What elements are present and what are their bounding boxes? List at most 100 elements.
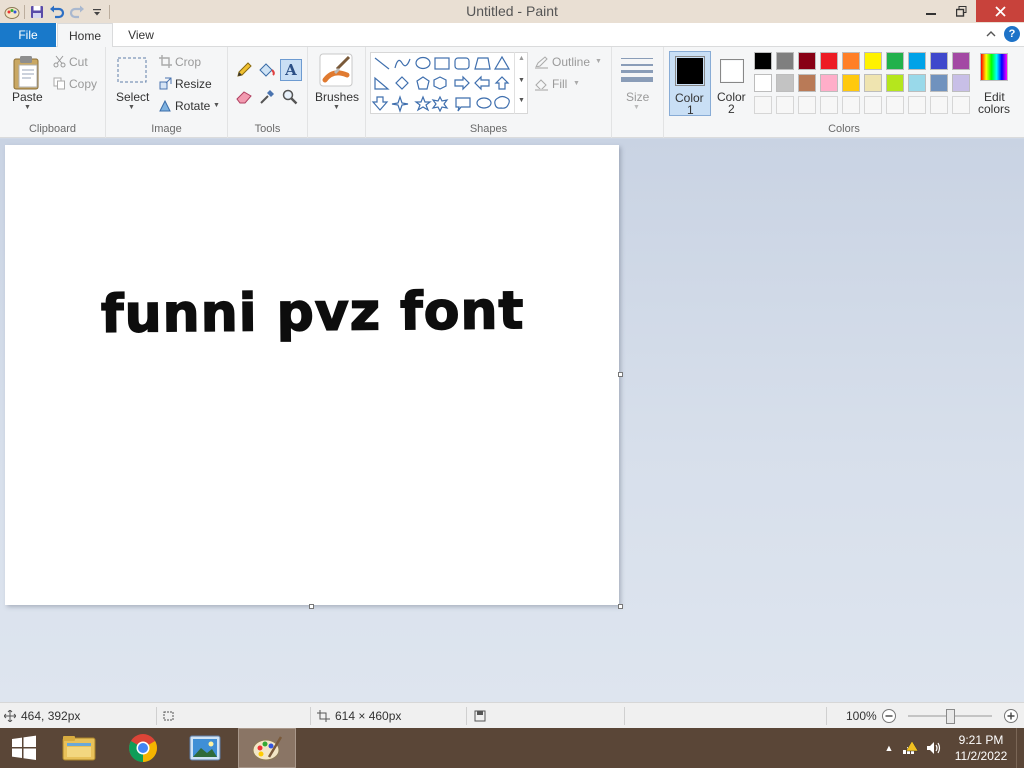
gallery-more-icon[interactable]: ▼ — [518, 97, 525, 104]
photos-icon — [189, 735, 221, 761]
save-icon[interactable] — [27, 2, 47, 22]
palette-swatch[interactable] — [952, 52, 970, 70]
rotate-button[interactable]: Rotate — [175, 99, 210, 113]
edit-colors-label-2[interactable]: colors — [978, 102, 1010, 116]
fill-dropdown-icon[interactable]: ▼ — [573, 80, 580, 87]
select-dropdown-icon[interactable]: ▼ — [128, 104, 135, 111]
palette-swatch-empty[interactable] — [754, 96, 772, 114]
volume-icon[interactable] — [922, 741, 946, 755]
brushes-icon[interactable] — [319, 53, 353, 87]
resize-handle-corner[interactable] — [618, 604, 623, 609]
rotate-dropdown-icon[interactable]: ▼ — [213, 102, 220, 109]
palette-swatch-empty[interactable] — [864, 96, 882, 114]
outline-dropdown-icon[interactable]: ▼ — [595, 58, 602, 65]
edit-colors-icon[interactable] — [980, 53, 1008, 81]
shapes-gallery-scroll[interactable]: ▲ ▼ ▼ — [514, 52, 528, 114]
palette-swatch[interactable] — [930, 74, 948, 92]
palette-swatch[interactable] — [864, 74, 882, 92]
paint-app-icon[interactable] — [2, 2, 22, 22]
text-tool-icon[interactable]: A — [280, 59, 302, 81]
palette-swatch[interactable] — [842, 52, 860, 70]
taskbar-clock[interactable]: 9:21 PM 11/2/2022 — [946, 732, 1016, 764]
palette-swatch[interactable] — [952, 74, 970, 92]
select-button[interactable]: Select — [116, 90, 149, 104]
zoom-in-button[interactable] — [1003, 703, 1019, 729]
selection-size — [162, 703, 175, 729]
undo-icon[interactable] — [47, 2, 67, 22]
show-hidden-icons-icon[interactable]: ▲ — [880, 743, 898, 753]
taskbar-chrome[interactable] — [114, 728, 172, 768]
minimize-ribbon-icon[interactable] — [986, 30, 996, 38]
crop-button[interactable]: Crop — [175, 55, 201, 69]
pencil-icon[interactable] — [234, 60, 254, 80]
magnifier-icon[interactable] — [280, 87, 300, 107]
palette-swatch[interactable] — [930, 52, 948, 70]
clock-time: 9:21 PM — [958, 733, 1004, 747]
zoom-out-button[interactable] — [881, 703, 897, 729]
minimize-button[interactable] — [916, 0, 946, 22]
palette-swatch[interactable] — [886, 52, 904, 70]
gallery-down-icon[interactable]: ▼ — [518, 77, 525, 84]
palette-swatch[interactable] — [908, 74, 926, 92]
palette-swatch[interactable] — [820, 74, 838, 92]
tab-home[interactable]: Home — [57, 23, 113, 48]
fill-bucket-icon[interactable] — [257, 60, 277, 80]
palette-swatch[interactable] — [776, 74, 794, 92]
outline-button[interactable]: Outline — [552, 55, 590, 69]
palette-swatch[interactable] — [754, 74, 772, 92]
palette-swatch[interactable] — [798, 74, 816, 92]
resize-handle-bottom[interactable] — [309, 604, 314, 609]
palette-swatch[interactable] — [776, 52, 794, 70]
restore-button[interactable] — [946, 0, 976, 22]
cut-button[interactable]: Cut — [69, 55, 88, 69]
size-button[interactable]: Size — [626, 90, 649, 104]
select-icon[interactable] — [116, 56, 148, 84]
palette-swatch-empty[interactable] — [930, 96, 948, 114]
clock-date: 11/2/2022 — [954, 749, 1008, 763]
resize-handle-right[interactable] — [618, 372, 623, 377]
taskbar-photos[interactable] — [176, 728, 234, 768]
tab-file[interactable]: File — [0, 23, 56, 47]
copy-button[interactable]: Copy — [69, 77, 97, 91]
palette-swatch[interactable] — [798, 52, 816, 70]
redo-icon[interactable] — [67, 2, 87, 22]
start-button[interactable] — [0, 728, 48, 768]
size-dropdown-icon[interactable]: ▼ — [633, 104, 640, 111]
palette-swatch[interactable] — [842, 74, 860, 92]
zoom-slider-thumb[interactable] — [946, 709, 955, 724]
brushes-dropdown-icon[interactable]: ▼ — [333, 104, 340, 111]
fill-button[interactable]: Fill — [552, 77, 567, 91]
palette-swatch-empty[interactable] — [908, 96, 926, 114]
palette-swatch[interactable] — [908, 52, 926, 70]
palette-swatch[interactable] — [820, 52, 838, 70]
paste-dropdown-icon[interactable]: ▼ — [24, 104, 31, 111]
eraser-icon[interactable] — [234, 87, 254, 107]
palette-swatch-empty[interactable] — [952, 96, 970, 114]
copy-icon — [52, 76, 66, 90]
palette-swatch-empty[interactable] — [798, 96, 816, 114]
palette-swatch[interactable] — [886, 74, 904, 92]
paste-icon[interactable] — [10, 53, 44, 93]
palette-swatch-empty[interactable] — [776, 96, 794, 114]
palette-swatch[interactable] — [754, 52, 772, 70]
palette-swatch[interactable] — [864, 52, 882, 70]
network-icon[interactable] — [898, 741, 922, 755]
brushes-button[interactable]: Brushes — [315, 90, 359, 104]
drawing-canvas[interactable]: funni pvz font — [5, 145, 619, 605]
color-picker-icon[interactable] — [257, 87, 277, 107]
help-button[interactable]: ? — [1004, 26, 1020, 42]
paste-button[interactable]: Paste — [12, 90, 43, 104]
close-button[interactable] — [976, 0, 1024, 22]
taskbar-paint[interactable] — [238, 728, 296, 768]
show-desktop-button[interactable] — [1016, 728, 1024, 768]
customize-qat-icon[interactable] — [87, 2, 107, 22]
taskbar-file-explorer[interactable] — [50, 728, 108, 768]
palette-swatch-empty[interactable] — [842, 96, 860, 114]
gallery-up-icon[interactable]: ▲ — [518, 55, 525, 62]
palette-swatch-empty[interactable] — [886, 96, 904, 114]
canvas-size-text: 614 × 460px — [335, 709, 402, 723]
tab-view[interactable]: View — [116, 23, 166, 47]
resize-button[interactable]: Resize — [175, 77, 212, 91]
ribbon: Paste ▼ Cut Copy Clipboard Select ▼ Crop… — [0, 47, 1024, 138]
palette-swatch-empty[interactable] — [820, 96, 838, 114]
